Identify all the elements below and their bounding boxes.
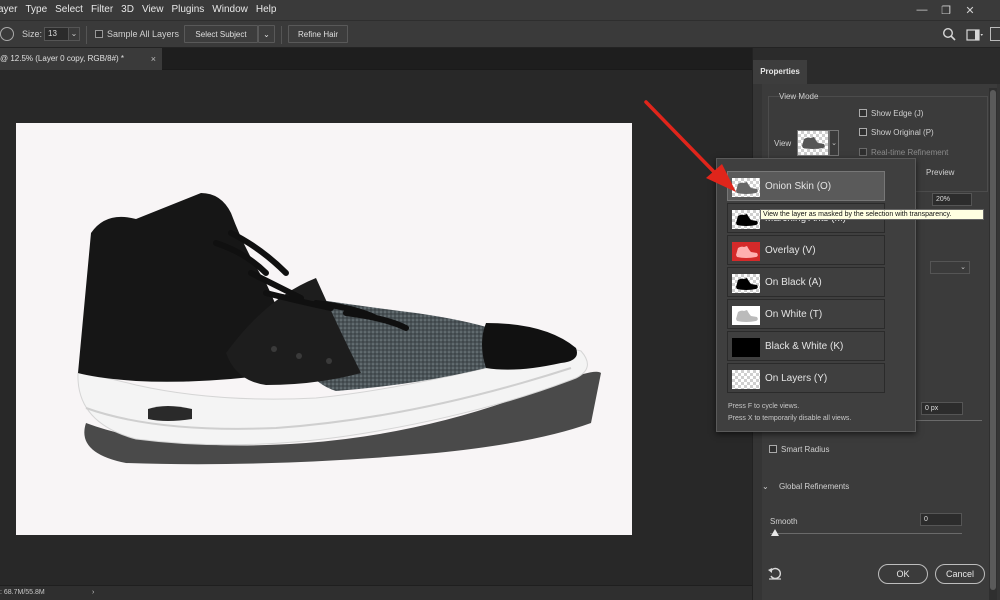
view-option-on-black[interactable]: On Black (A)	[727, 267, 885, 297]
popup-hint-disable: Press X to temporarily disable all views…	[728, 415, 852, 422]
view-option-label: On Layers (Y)	[765, 373, 828, 384]
radius-input[interactable]: 0 px	[921, 402, 963, 415]
minimize-icon[interactable]: —	[912, 0, 932, 20]
show-original-checkbox[interactable]	[859, 128, 867, 136]
status-arrow-icon[interactable]: ›	[92, 586, 94, 600]
chevron-down-icon[interactable]: ⌄	[762, 482, 769, 491]
view-dropdown-icon[interactable]: ⌄	[829, 130, 839, 156]
reset-icon[interactable]	[767, 566, 783, 580]
view-mode-popup: Onion Skin (O) Marching Ants (M) Overlay…	[716, 158, 916, 432]
brush-tool-icon[interactable]	[0, 27, 14, 41]
show-edge-checkbox[interactable]	[859, 109, 867, 117]
document-tab-row: @ 12.5% (Layer 0 copy, RGB/8#) * ×	[0, 48, 752, 70]
document-tab-title: @ 12.5% (Layer 0 copy, RGB/8#) *	[0, 54, 125, 63]
smart-radius-label: Smart Radius	[781, 445, 830, 454]
view-option-label: Black & White (K)	[765, 341, 844, 352]
refine-hair-button[interactable]: Refine Hair	[288, 25, 348, 43]
view-option-label: On Black (A)	[765, 277, 822, 288]
smooth-slider-track[interactable]	[770, 533, 962, 534]
size-dropdown-icon[interactable]: ⌄	[68, 27, 80, 41]
document-tab[interactable]: @ 12.5% (Layer 0 copy, RGB/8#) * ×	[0, 48, 162, 70]
menu-help[interactable]: Help	[252, 0, 281, 20]
tab-close-icon[interactable]: ×	[151, 48, 156, 70]
show-edge-label: Show Edge (J)	[871, 109, 924, 118]
separator	[86, 26, 87, 44]
shoe-image	[77, 193, 602, 465]
menu-select[interactable]: Select	[51, 0, 87, 20]
marching-ants-thumbnail	[732, 210, 760, 229]
view-option-label: On White (T)	[765, 309, 823, 320]
output-dropdown-icon[interactable]: ⌄	[930, 261, 970, 274]
menu-bar: ayer Type Select Filter 3D View Plugins …	[0, 0, 1000, 20]
annotation-arrow-icon	[640, 96, 740, 196]
panel-tab-strip: Properties	[753, 48, 1000, 84]
view-option-label: Overlay (V)	[765, 245, 816, 256]
document-canvas[interactable]	[16, 123, 632, 535]
menu-view[interactable]: View	[138, 0, 168, 20]
smooth-input[interactable]: 0	[920, 513, 962, 526]
menu-plugins[interactable]: Plugins	[167, 0, 208, 20]
status-bar: : 68.7M/55.8M ›	[0, 585, 752, 600]
select-subject-dropdown-icon[interactable]: ⌄	[258, 25, 275, 43]
realtime-refinement-checkbox[interactable]	[859, 148, 867, 156]
overlay-thumbnail	[732, 242, 760, 261]
size-label: Size:	[22, 29, 43, 39]
select-subject-button[interactable]: Select Subject	[184, 25, 258, 43]
smooth-slider-thumb[interactable]	[771, 529, 779, 536]
smooth-label: Smooth	[770, 517, 798, 526]
view-option-black-white[interactable]: Black & White (K)	[727, 331, 885, 361]
share-icon[interactable]	[990, 27, 1000, 41]
doc-size-info: : 68.7M/55.8M	[0, 589, 45, 596]
cancel-button[interactable]: Cancel	[935, 564, 985, 584]
options-bar: Size: 13 ⌄ Sample All Layers Select Subj…	[0, 20, 1000, 48]
view-option-label: Onion Skin (O)	[765, 181, 832, 192]
view-thumbnail[interactable]	[797, 130, 829, 156]
show-original-label: Show Original (P)	[871, 128, 934, 137]
on-black-thumbnail	[732, 274, 760, 293]
restore-icon[interactable]: ❐	[936, 0, 956, 20]
realtime-refinement-label: Real-time Refinement	[871, 148, 949, 157]
view-mode-heading: View Mode	[779, 92, 819, 101]
black-white-thumbnail	[732, 338, 760, 357]
view-option-overlay[interactable]: Overlay (V)	[727, 235, 885, 265]
global-refinements-label[interactable]: Global Refinements	[779, 482, 849, 491]
menu-filter[interactable]: Filter	[87, 0, 117, 20]
panel-scrollbar[interactable]	[989, 88, 997, 600]
scrollbar-thumb[interactable]	[990, 90, 996, 590]
close-icon[interactable]: ✕	[960, 0, 980, 20]
workspace-icon[interactable]	[966, 28, 984, 41]
view-option-onion-skin[interactable]: Onion Skin (O)	[727, 171, 885, 201]
view-option-on-white[interactable]: On White (T)	[727, 299, 885, 329]
view-option-on-layers[interactable]: On Layers (Y)	[727, 363, 885, 393]
ok-button[interactable]: OK	[878, 564, 928, 584]
search-icon[interactable]	[942, 27, 956, 41]
separator	[281, 26, 282, 44]
view-label: View	[774, 139, 792, 148]
popup-hint-cycle: Press F to cycle views.	[728, 403, 800, 410]
opacity-input[interactable]: 20%	[932, 193, 972, 206]
tab-properties[interactable]: Properties	[753, 60, 807, 84]
menu-window[interactable]: Window	[208, 0, 252, 20]
smart-radius-checkbox[interactable]	[769, 445, 777, 453]
menu-type[interactable]: Type	[21, 0, 51, 20]
sample-all-layers-checkbox[interactable]	[95, 30, 103, 38]
tooltip: View the layer as masked by the selectio…	[760, 209, 984, 220]
menu-layer[interactable]: ayer	[0, 0, 21, 20]
preview-label: Preview	[926, 168, 955, 177]
radius-slider[interactable]	[912, 420, 982, 421]
on-white-thumbnail	[732, 306, 760, 325]
menu-3d[interactable]: 3D	[117, 0, 138, 20]
on-layers-thumbnail	[732, 370, 760, 389]
sample-all-layers-label: Sample All Layers	[107, 29, 180, 39]
